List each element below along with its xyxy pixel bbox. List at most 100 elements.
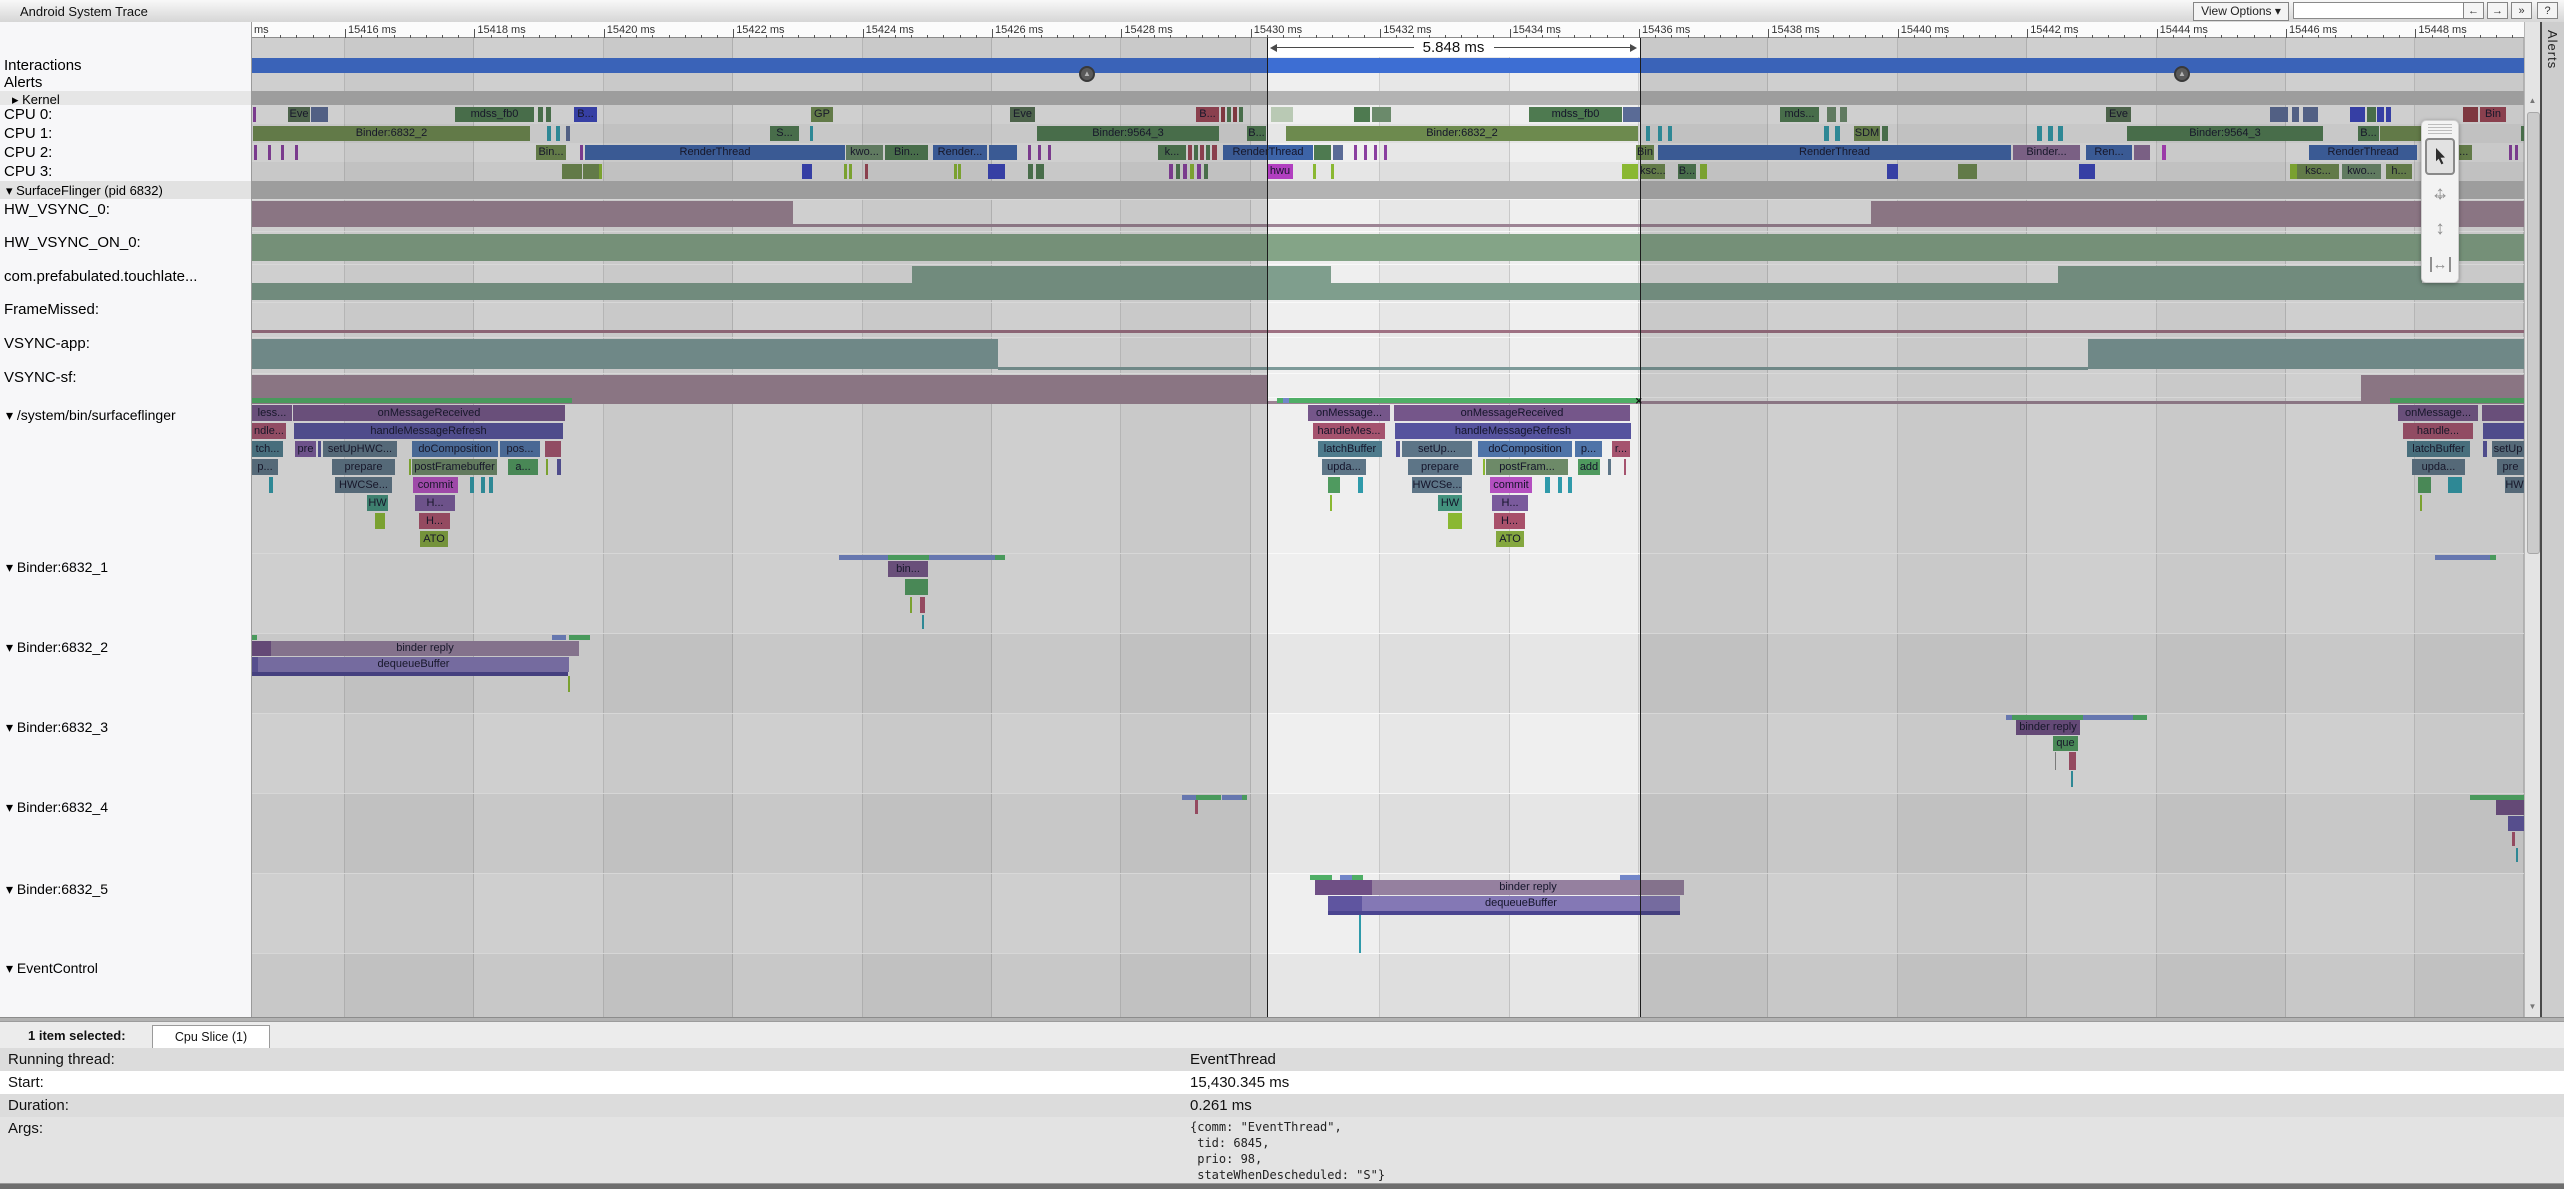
trace-slice[interactable] bbox=[1330, 495, 1332, 511]
trace-slice[interactable] bbox=[2496, 800, 2524, 815]
trace-slice[interactable] bbox=[1483, 459, 1485, 475]
trace-slice[interactable]: mdss_fb0 bbox=[455, 107, 534, 122]
trace-slice[interactable] bbox=[802, 164, 812, 179]
trace-slice[interactable]: HW bbox=[2505, 477, 2524, 493]
trace-slice[interactable]: Bin bbox=[2480, 107, 2506, 122]
trace-slice[interactable]: ksc... bbox=[2297, 164, 2339, 179]
trace-slice[interactable]: doComposition bbox=[412, 441, 498, 457]
trace-slice[interactable] bbox=[1359, 915, 1361, 953]
trace-slice[interactable] bbox=[1036, 164, 1044, 179]
trace-slice[interactable] bbox=[545, 441, 561, 457]
trace-slice[interactable] bbox=[1328, 911, 1680, 915]
find-all-button[interactable]: » bbox=[2511, 2, 2532, 19]
timeline-canvas[interactable]: ▲▲Evemdss_fb0B...GPEveB...mdss_fb0mds...… bbox=[252, 22, 2524, 1017]
trace-slice[interactable]: onMessage... bbox=[1308, 405, 1390, 421]
trace-slice[interactable] bbox=[910, 597, 912, 613]
trace-slice[interactable] bbox=[1658, 126, 1662, 141]
trace-slice[interactable]: Bin... bbox=[536, 145, 566, 160]
trace-slice[interactable] bbox=[295, 145, 298, 160]
find-next-button[interactable]: → bbox=[2487, 2, 2508, 19]
trace-slice[interactable] bbox=[1824, 126, 1829, 141]
trace-slice[interactable] bbox=[375, 513, 385, 529]
trace-slice[interactable] bbox=[1314, 145, 1331, 160]
selection-boundary-line[interactable] bbox=[1267, 38, 1268, 1017]
trace-slice[interactable]: SDM bbox=[1854, 126, 1880, 141]
trace-slice[interactable]: handleMessageRefresh bbox=[294, 423, 563, 439]
trace-slice[interactable] bbox=[1194, 145, 1198, 160]
trace-slice[interactable] bbox=[1372, 107, 1391, 122]
counter-segment[interactable] bbox=[252, 330, 2524, 333]
trace-slice[interactable] bbox=[547, 126, 551, 141]
trace-slice[interactable] bbox=[1188, 145, 1192, 160]
trace-slice[interactable] bbox=[1396, 441, 1400, 457]
timing-tool-button[interactable]: ↔ bbox=[2425, 247, 2455, 280]
trace-slice[interactable] bbox=[599, 164, 602, 179]
trace-slice[interactable]: HW bbox=[367, 495, 388, 511]
trace-slice[interactable] bbox=[2508, 816, 2524, 831]
trace-slice[interactable] bbox=[2483, 441, 2487, 457]
trace-slice[interactable] bbox=[1545, 477, 1550, 493]
trace-slice[interactable] bbox=[409, 459, 411, 475]
trace-slice[interactable] bbox=[1204, 164, 1208, 179]
trace-slice[interactable] bbox=[1668, 126, 1672, 141]
trace-slice[interactable] bbox=[2483, 423, 2524, 439]
trace-slice[interactable]: H... bbox=[1494, 513, 1525, 529]
track-group-label[interactable]: ▾ Binder:6832_1 bbox=[6, 559, 108, 576]
trace-slice[interactable]: Bin... bbox=[885, 145, 928, 160]
trace-slice[interactable]: HW bbox=[1438, 495, 1462, 511]
trace-slice[interactable] bbox=[2270, 107, 2288, 122]
track-group-label[interactable]: ▾ Binder:6832_2 bbox=[6, 639, 108, 656]
trace-slice[interactable]: H... bbox=[1492, 495, 1528, 511]
trace-slice[interactable] bbox=[1239, 107, 1243, 122]
trace-slice[interactable] bbox=[2069, 752, 2076, 770]
trace-slice[interactable]: h... bbox=[2386, 164, 2412, 179]
trace-slice[interactable]: Binder:6832_2 bbox=[1286, 126, 1638, 141]
trace-slice[interactable] bbox=[2079, 164, 2095, 179]
trace-slice[interactable]: onMessageReceived bbox=[1394, 405, 1630, 421]
trace-slice[interactable] bbox=[2037, 126, 2042, 141]
trace-slice[interactable]: setUpHWC... bbox=[323, 441, 397, 457]
trace-slice[interactable]: H... bbox=[419, 513, 450, 529]
search-input[interactable] bbox=[2293, 2, 2465, 19]
trace-slice[interactable] bbox=[2303, 107, 2318, 122]
trace-slice[interactable]: kwo... bbox=[2342, 164, 2381, 179]
trace-slice[interactable] bbox=[844, 164, 847, 179]
trace-slice[interactable]: ksc... bbox=[1640, 164, 1665, 179]
trace-slice[interactable] bbox=[1827, 107, 1836, 122]
trace-slice[interactable] bbox=[1190, 164, 1194, 179]
trace-slice[interactable] bbox=[1887, 164, 1898, 179]
trace-slice[interactable]: binder reply bbox=[1372, 880, 1684, 895]
counter-segment[interactable] bbox=[2088, 339, 2524, 369]
zoom-tool-button[interactable]: ↕ bbox=[2425, 212, 2455, 245]
counter-segment[interactable] bbox=[252, 201, 793, 227]
trace-slice[interactable] bbox=[470, 477, 474, 493]
trace-slice[interactable] bbox=[538, 107, 543, 122]
trace-slice[interactable]: prepare bbox=[332, 459, 395, 475]
trace-slice[interactable] bbox=[1958, 164, 1977, 179]
trace-slice[interactable]: setUp... bbox=[1402, 441, 1472, 457]
trace-slice[interactable]: Eve bbox=[288, 107, 310, 122]
track-group-label[interactable]: ▾ /system/bin/surfaceflinger bbox=[6, 407, 176, 424]
trace-slice[interactable] bbox=[1212, 145, 1217, 160]
trace-slice[interactable] bbox=[269, 477, 273, 493]
trace-slice[interactable] bbox=[268, 145, 271, 160]
trace-slice[interactable] bbox=[1623, 107, 1641, 122]
trace-slice[interactable] bbox=[252, 672, 568, 676]
trace-slice[interactable]: commit bbox=[1490, 477, 1532, 493]
trace-slice[interactable]: tch... bbox=[252, 441, 283, 457]
selection-boundary-line[interactable] bbox=[1640, 38, 1641, 1017]
trace-slice[interactable] bbox=[1354, 107, 1370, 122]
track-group-label[interactable]: ▾ Binder:6832_4 bbox=[6, 799, 108, 816]
trace-slice[interactable] bbox=[1331, 164, 1334, 179]
counter-segment[interactable] bbox=[252, 234, 2524, 261]
trace-slice[interactable]: prepare bbox=[1408, 459, 1472, 475]
trace-slice[interactable]: ndle... bbox=[252, 423, 286, 439]
trace-slice[interactable] bbox=[1271, 107, 1293, 122]
trace-slice[interactable] bbox=[1384, 145, 1387, 160]
trace-slice[interactable]: Binder:9564_3 bbox=[2127, 126, 2323, 141]
trace-slice[interactable] bbox=[849, 164, 852, 179]
trace-slice[interactable]: a... bbox=[508, 459, 538, 475]
trace-slice[interactable]: que bbox=[2053, 736, 2078, 751]
trace-slice[interactable]: ATO bbox=[1496, 531, 1524, 547]
trace-slice[interactable] bbox=[2418, 477, 2431, 493]
